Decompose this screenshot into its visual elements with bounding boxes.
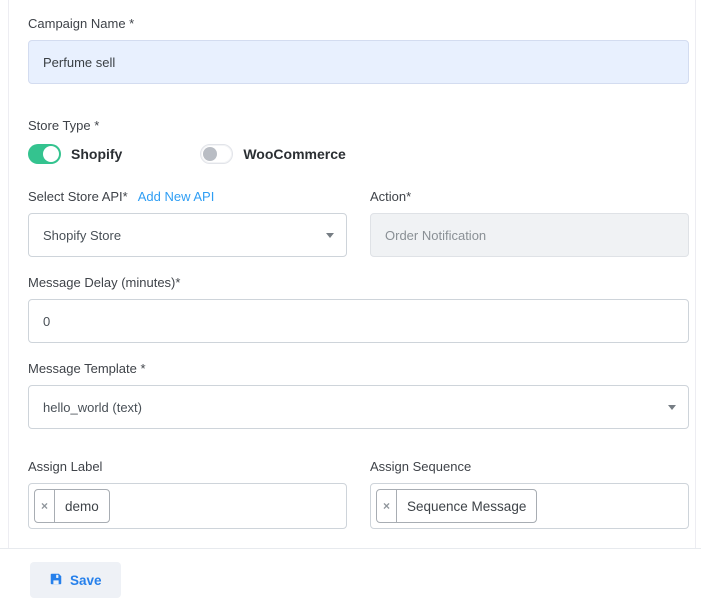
save-button-label: Save: [70, 573, 102, 588]
tag-label: Sequence Message: [397, 490, 536, 522]
store-api-select[interactable]: Shopify Store: [28, 213, 347, 257]
toggle-knob: [203, 147, 217, 161]
action-input: [370, 213, 689, 257]
store-type-toggles: Shopify WooCommerce: [28, 143, 689, 165]
store-api-label: Select Store API*: [28, 189, 128, 205]
message-delay-field-group: Message Delay (minutes)*: [28, 275, 689, 343]
tag-chip: × Sequence Message: [376, 489, 537, 523]
campaign-name-input[interactable]: [28, 40, 689, 84]
caret-down-icon: [668, 405, 676, 410]
store-type-field-group: Store Type * Shopify WooCommerce: [28, 118, 689, 165]
assign-label-multiselect[interactable]: × demo: [28, 483, 347, 529]
store-api-field-group: Select Store API* Add New API Shopify St…: [28, 189, 347, 257]
message-delay-input[interactable]: [28, 299, 689, 343]
message-delay-label: Message Delay (minutes)*: [28, 275, 689, 291]
remove-tag-button[interactable]: ×: [377, 490, 397, 522]
assign-sequence-multiselect[interactable]: × Sequence Message: [370, 483, 689, 529]
message-template-field-group: Message Template * hello_world (text): [28, 361, 689, 429]
woocommerce-toggle[interactable]: [200, 144, 233, 164]
tag-chip: × demo: [34, 489, 110, 523]
message-template-selected-value: hello_world (text): [43, 400, 142, 415]
store-type-option-woocommerce: WooCommerce: [200, 144, 345, 164]
shopify-toggle[interactable]: [28, 144, 61, 164]
assign-label-field-group: Assign Label × demo: [28, 459, 347, 529]
action-label: Action*: [370, 189, 689, 205]
caret-down-icon: [326, 233, 334, 238]
store-api-action-row: Select Store API* Add New API Shopify St…: [28, 189, 689, 257]
toggle-knob: [43, 146, 59, 162]
message-template-select[interactable]: hello_world (text): [28, 385, 689, 429]
save-button[interactable]: Save: [30, 562, 121, 598]
tag-label: demo: [55, 490, 109, 522]
assign-sequence-label: Assign Sequence: [370, 459, 689, 475]
campaign-name-label: Campaign Name *: [28, 16, 689, 32]
action-field-group: Action*: [370, 189, 689, 257]
campaign-form: Campaign Name * Store Type * Shopify Woo…: [8, 0, 696, 548]
store-type-label: Store Type *: [28, 118, 689, 134]
assign-label-label: Assign Label: [28, 459, 347, 475]
store-api-label-line: Select Store API* Add New API: [28, 189, 347, 205]
message-template-label: Message Template *: [28, 361, 689, 377]
shopify-toggle-label: Shopify: [71, 146, 122, 162]
form-footer: Save: [0, 548, 701, 598]
assign-sequence-field-group: Assign Sequence × Sequence Message: [370, 459, 689, 529]
remove-tag-button[interactable]: ×: [35, 490, 55, 522]
add-new-api-link[interactable]: Add New API: [138, 189, 215, 204]
woocommerce-toggle-label: WooCommerce: [243, 146, 345, 162]
campaign-name-field-group: Campaign Name *: [28, 16, 689, 84]
store-type-option-shopify: Shopify: [28, 144, 122, 164]
save-icon: [49, 572, 63, 589]
store-api-selected-value: Shopify Store: [43, 228, 121, 243]
assign-row: Assign Label × demo Assign Sequence × Se…: [28, 459, 689, 529]
